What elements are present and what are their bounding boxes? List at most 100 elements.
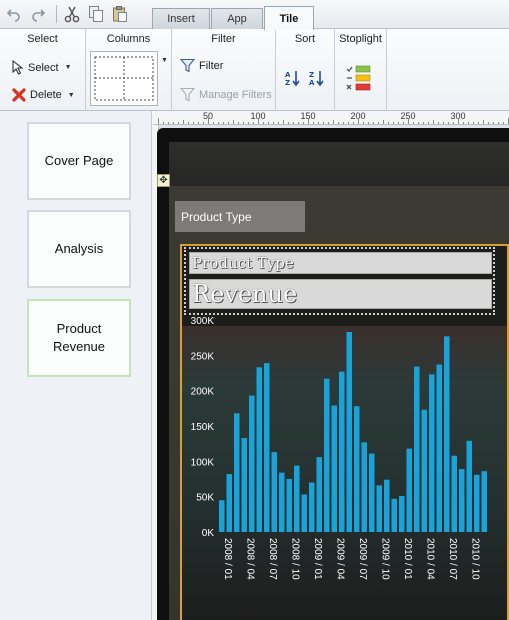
undo-icon[interactable]	[4, 4, 24, 24]
toolbar-separator	[56, 5, 57, 23]
tab-app[interactable]: App	[211, 8, 263, 29]
chart-bar[interactable]	[474, 474, 480, 532]
funnel-icon	[180, 58, 195, 73]
group-header: Select	[27, 33, 58, 45]
chart-bar[interactable]	[369, 453, 375, 532]
manage-filters-button[interactable]: Manage Filters	[180, 87, 272, 102]
page-label: Product Revenue	[52, 321, 106, 354]
funnel-icon	[180, 87, 195, 102]
page-cover-page[interactable]: Cover Page	[27, 122, 131, 200]
stoplight-group: Stoplight	[335, 29, 387, 111]
chart-bar[interactable]	[354, 406, 360, 532]
sort-descending-button[interactable]: ZA	[308, 69, 326, 90]
chart-bar[interactable]	[256, 367, 263, 532]
ruler-tick	[468, 122, 469, 124]
column-layout-picker[interactable]	[90, 51, 158, 106]
chart-bar[interactable]	[271, 452, 278, 532]
y-tick-label: 0K	[202, 528, 215, 539]
chart-bar[interactable]	[481, 471, 488, 532]
chart-bar[interactable]	[459, 469, 465, 532]
y-tick-label: 250K	[191, 351, 215, 362]
product-type-selector[interactable]: Product Type	[175, 201, 305, 232]
chart-bar[interactable]	[339, 371, 345, 532]
chart-tile[interactable]: Product Type Revenue 0K 50K 100K 150K 200K 25…	[180, 244, 509, 620]
screen-header	[169, 142, 509, 186]
chart-bar[interactable]	[451, 455, 458, 532]
x-tick-label: 2010 / 07	[447, 538, 458, 580]
copy-icon[interactable]	[86, 4, 106, 24]
cut-icon[interactable]	[62, 4, 82, 24]
ruler-tick	[353, 122, 354, 124]
chart-bar[interactable]	[264, 363, 270, 532]
chart-bar[interactable]	[466, 440, 473, 532]
ruler-tick	[368, 122, 369, 124]
ruler-tick	[343, 122, 344, 124]
ruler-tick	[498, 122, 499, 124]
ruler-tick	[373, 122, 374, 124]
ruler-tick	[173, 122, 174, 124]
x-tick-label: 2010 / 01	[402, 538, 413, 580]
chart-bar[interactable]	[249, 395, 255, 532]
delete-icon	[12, 88, 26, 102]
chart-bar[interactable]	[414, 366, 420, 532]
select-button[interactable]: Select ▼	[12, 60, 72, 75]
ruler-tick	[228, 122, 229, 124]
ruler-tick	[248, 122, 249, 124]
ruler-tick	[488, 122, 489, 124]
chart-bar[interactable]	[316, 457, 323, 532]
tab-insert[interactable]: Insert	[152, 8, 210, 29]
redo-icon[interactable]	[28, 4, 48, 24]
chart-bar[interactable]	[234, 413, 240, 532]
chart-bar[interactable]	[399, 496, 405, 532]
chart-bar[interactable]	[309, 482, 315, 533]
chart-bar[interactable]	[301, 494, 308, 533]
chart-bar[interactable]	[226, 474, 233, 532]
sort-group: Sort AZ ZA	[276, 29, 335, 111]
page-analysis[interactable]: Analysis	[27, 210, 131, 288]
chart-bar[interactable]	[286, 479, 293, 532]
ruler-tick	[293, 122, 294, 124]
tile-title-box[interactable]: Product Type Revenue	[184, 247, 495, 315]
quick-access-toolbar: Insert App Tile	[0, 0, 509, 30]
chart-bar[interactable]	[219, 500, 225, 532]
chart-bar[interactable]	[361, 442, 368, 532]
chart-bar[interactable]	[376, 485, 383, 532]
chevron-down-icon[interactable]: ▼	[161, 57, 168, 64]
filter-button[interactable]: Filter	[180, 58, 223, 73]
sort-descending-icon: ZA	[309, 71, 324, 87]
group-header: Sort	[294, 33, 316, 45]
x-tick-label: 2008 / 01	[222, 538, 233, 580]
sort-ascending-button[interactable]: AZ	[284, 69, 302, 90]
chart-bar[interactable]	[331, 405, 338, 533]
chart-bar[interactable]	[391, 498, 398, 532]
ruler-tick	[458, 118, 459, 124]
chart-bar[interactable]	[406, 448, 413, 532]
page-product-revenue[interactable]: Product Revenue	[27, 299, 131, 377]
ruler-tick	[208, 118, 209, 124]
ruler-tick	[478, 122, 479, 124]
ruler-tick	[263, 122, 264, 124]
ruler-tick	[483, 120, 484, 124]
tab-tile[interactable]: Tile	[264, 6, 314, 30]
chart-bar[interactable]	[436, 364, 443, 533]
select-label: Select	[28, 61, 59, 74]
ruler-tick	[328, 122, 329, 124]
ruler-tick	[338, 122, 339, 124]
ruler-tick	[358, 118, 359, 124]
chart-bar[interactable]	[294, 465, 300, 532]
chart-bar[interactable]	[241, 438, 248, 532]
chart-bar[interactable]	[279, 472, 285, 532]
ruler-tick	[158, 118, 159, 124]
chart-bar[interactable]	[324, 378, 330, 532]
stoplight-button[interactable]	[346, 65, 372, 96]
manage-filters-label: Manage Filters	[199, 88, 272, 101]
chart-bar[interactable]	[444, 336, 450, 532]
ruler-tick	[238, 122, 239, 124]
chart-bar[interactable]	[421, 409, 428, 532]
chart-bar[interactable]	[429, 374, 435, 532]
chart-bar[interactable]	[346, 332, 353, 532]
paste-icon[interactable]	[110, 4, 130, 24]
delete-button[interactable]: Delete ▼	[12, 88, 75, 102]
move-handle-icon[interactable]: ✥	[157, 174, 170, 187]
chart-bar[interactable]	[384, 479, 390, 532]
